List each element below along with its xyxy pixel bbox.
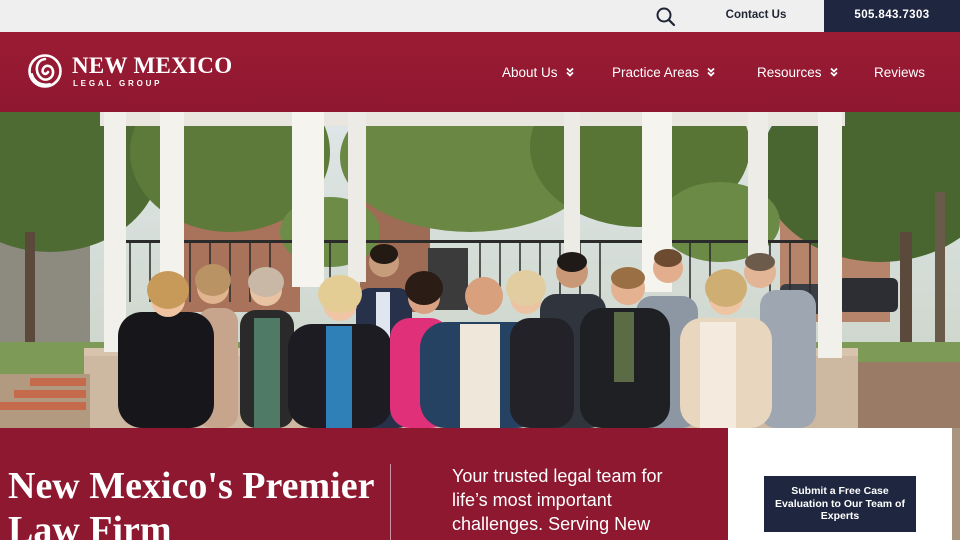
nav-label: Resources	[757, 64, 822, 80]
intro-tagline: Your trusted legal team for life’s most …	[452, 466, 663, 534]
chevron-down-icon	[707, 67, 715, 77]
vertical-divider	[390, 464, 391, 540]
photo-edge-strip	[952, 428, 960, 540]
hero-team-photo	[0, 112, 960, 428]
cta-panel: Submit a Free Case Evaluation to Our Tea…	[728, 428, 952, 540]
site-logo[interactable]: NEW MEXICO LEGAL GROUP	[28, 52, 268, 92]
logo-name: NEW MEXICO	[72, 53, 233, 78]
nav-label: Reviews	[874, 64, 926, 80]
nav-label: About Us	[502, 64, 558, 80]
contact-us-link[interactable]: Contact Us	[704, 0, 808, 32]
nav-about-us[interactable]: About Us	[502, 32, 575, 112]
nav-practice-areas[interactable]: Practice Areas	[612, 32, 716, 112]
intro-section: New Mexico's Premier Law Firm Your trust…	[0, 428, 728, 540]
nav-resources[interactable]: Resources	[757, 32, 839, 112]
page-headline: New Mexico's Premier Law Firm	[8, 465, 374, 540]
nav-reviews[interactable]: Reviews	[874, 32, 925, 112]
team-photo-image	[0, 112, 960, 428]
search-icon[interactable]	[654, 6, 678, 28]
nav-label: Practice Areas	[612, 64, 700, 80]
utility-bar: Contact Us 505.843.7303	[0, 0, 960, 32]
chevron-down-icon	[829, 67, 838, 77]
main-header: NEW MEXICO LEGAL GROUP About Us Practice…	[0, 32, 960, 112]
free-case-evaluation-button[interactable]: Submit a Free Case Evaluation to Our Tea…	[764, 476, 916, 532]
logo-subtitle: LEGAL GROUP	[73, 79, 163, 88]
chevron-down-icon	[565, 67, 574, 77]
phone-number-button[interactable]: 505.843.7303	[824, 0, 960, 32]
logo-swirl-icon	[28, 54, 62, 88]
